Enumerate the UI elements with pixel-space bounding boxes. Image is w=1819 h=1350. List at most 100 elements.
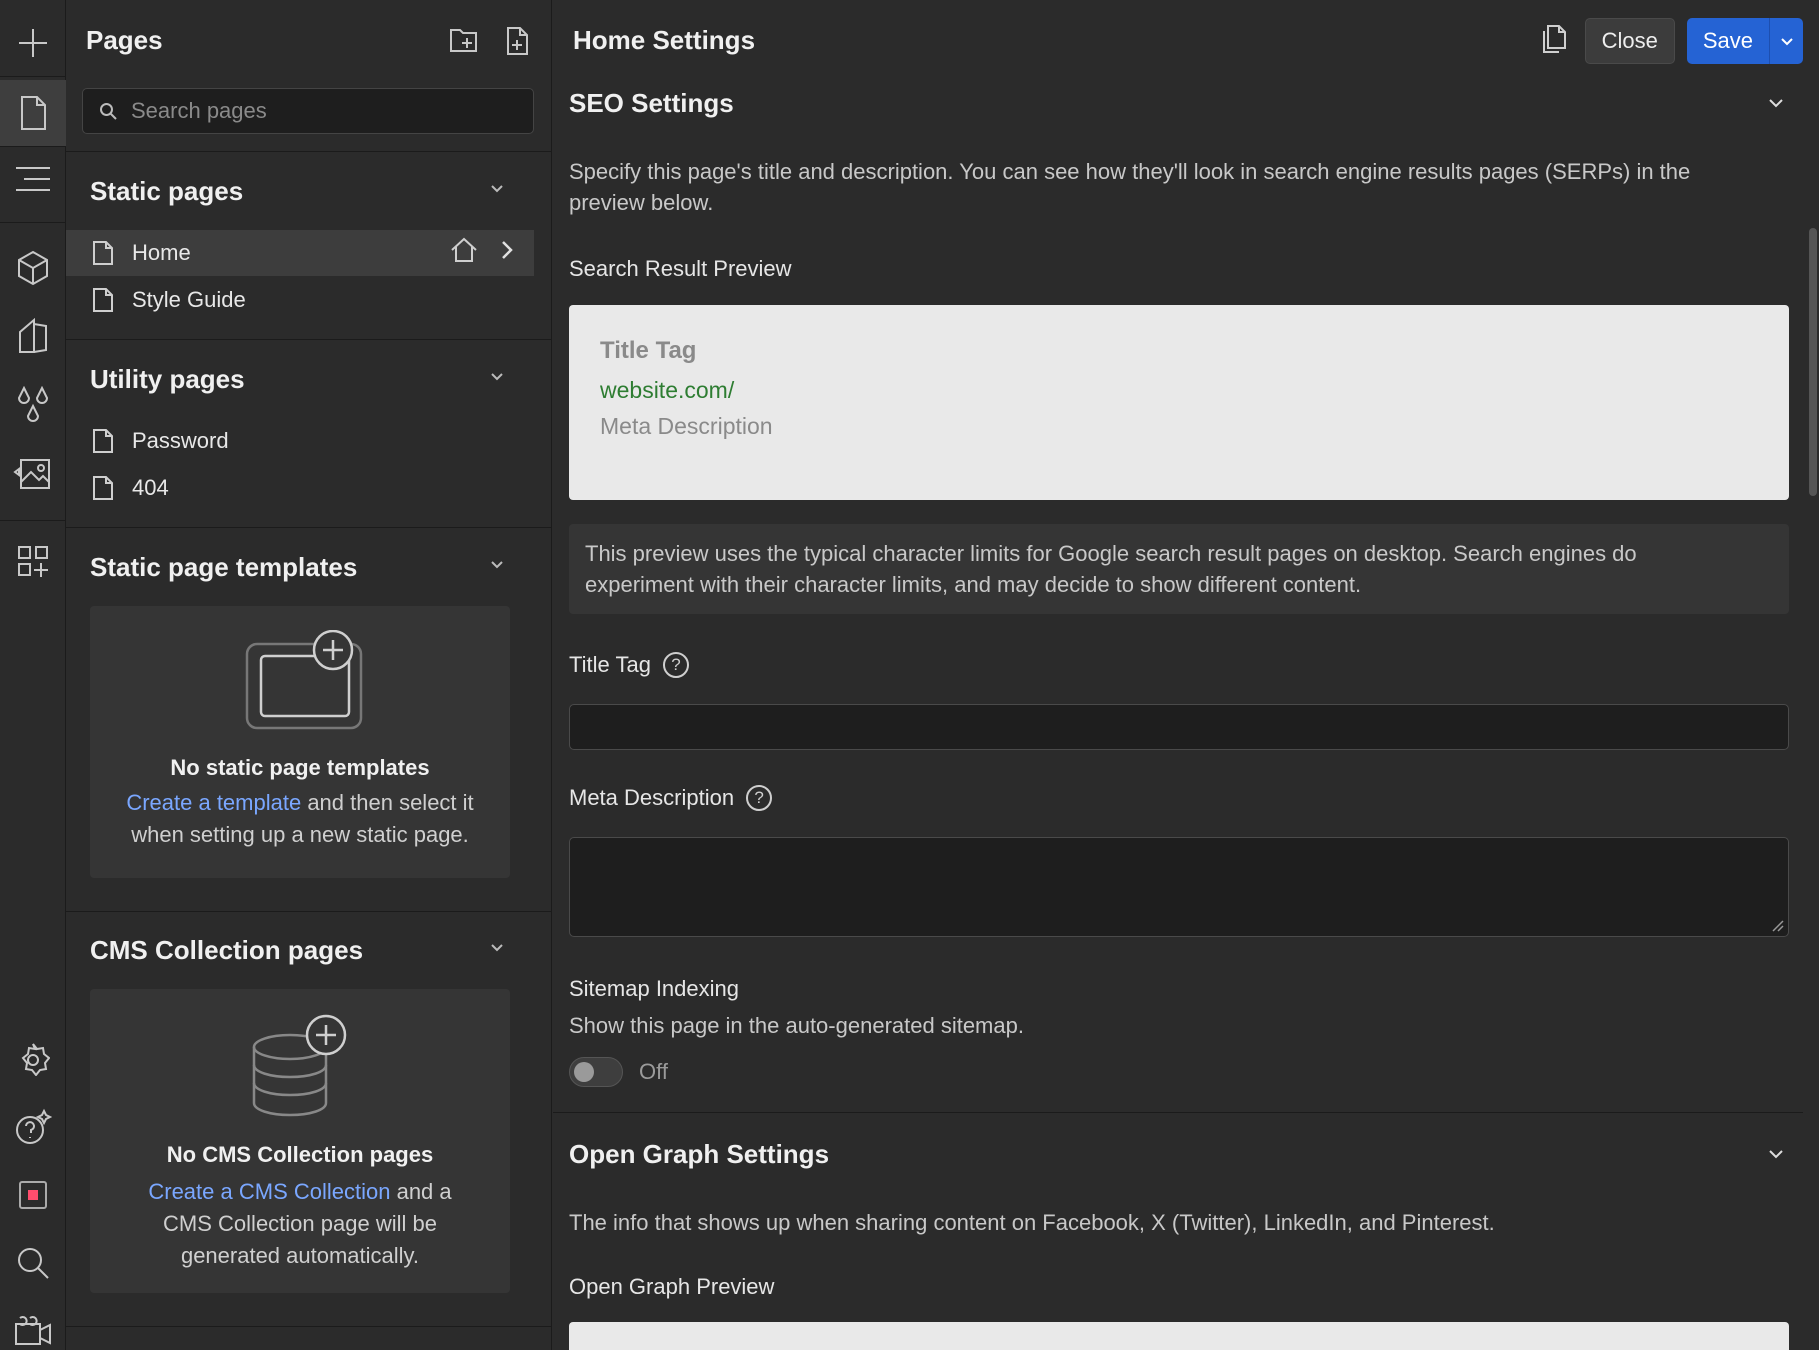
seo-settings-heading[interactable]: SEO Settings <box>569 88 734 119</box>
duplicate-button[interactable] <box>1541 24 1567 59</box>
settings-button[interactable] <box>0 1026 66 1092</box>
page-item-404[interactable]: 404 <box>66 465 534 511</box>
section-divider <box>553 1112 1803 1113</box>
variables-button[interactable] <box>0 372 66 438</box>
sitemap-state: Off <box>639 1059 668 1084</box>
copy-icon <box>1542 24 1566 53</box>
preview-url: website.com/ <box>600 377 735 403</box>
template-add-illustration-icon <box>245 629 363 730</box>
page-icon <box>93 241 113 265</box>
help-sparkle-icon <box>16 1108 52 1144</box>
drops-icon <box>17 386 49 422</box>
record-button[interactable] <box>0 1162 66 1228</box>
style-selectors-button[interactable] <box>0 303 66 369</box>
chevron-down-icon <box>491 373 503 381</box>
seo-description-line: preview below. <box>569 190 714 215</box>
meta-description-textarea[interactable] <box>569 837 1789 937</box>
set-homepage-button[interactable] <box>450 237 478 269</box>
chevron-right-icon <box>502 241 513 259</box>
apps-button[interactable] <box>0 528 66 594</box>
create-cms-collection-link[interactable]: Create a CMS Collection <box>148 1179 390 1204</box>
add-panel-button[interactable] <box>0 10 66 76</box>
preview-disclaimer: This preview uses the typical character … <box>569 524 1789 614</box>
page-settings-panel: Home Settings Close Save SEO Settings Sp… <box>553 0 1819 1350</box>
empty-text: and then select it <box>301 790 474 815</box>
search-result-preview: Title Tag website.com/ Meta Description <box>569 305 1789 500</box>
page-icon <box>93 288 113 312</box>
chevron-down-icon <box>1769 99 1783 108</box>
disclaimer-line: experiment with their character limits, … <box>585 572 1362 597</box>
title-tag-input[interactable] <box>569 704 1789 750</box>
video-tutorials-button[interactable] <box>0 1298 66 1350</box>
cms-pages-heading[interactable]: CMS Collection pages <box>90 935 363 966</box>
create-template-link[interactable]: Create a template <box>126 790 301 815</box>
meta-description-label: Meta Description <box>569 785 735 810</box>
chevron-down-icon <box>1780 38 1793 46</box>
empty-text: generated automatically. <box>180 1243 420 1268</box>
cms-pages-toggle[interactable] <box>489 939 505 960</box>
save-button[interactable]: Save <box>1687 18 1769 64</box>
og-preview-label: Open Graph Preview <box>569 1274 775 1299</box>
components-button[interactable] <box>0 235 66 301</box>
navigator-button[interactable] <box>0 146 66 212</box>
static-pages-heading[interactable]: Static pages <box>90 176 243 207</box>
paint-icon <box>19 318 47 353</box>
page-item-style-guide[interactable]: Style Guide <box>66 277 534 323</box>
search-pages-input[interactable] <box>131 98 511 124</box>
title-tag-help-icon[interactable]: ? <box>662 652 689 678</box>
chevron-down-icon <box>491 561 503 569</box>
og-collapse-toggle[interactable] <box>1767 1145 1785 1168</box>
sitemap-toggle[interactable] <box>569 1057 623 1087</box>
chevron-down-icon <box>491 185 503 193</box>
resize-handle-icon[interactable] <box>1771 919 1785 933</box>
search-icon <box>100 103 117 120</box>
pages-panel: Pages Static pages Home <box>66 0 613 1350</box>
close-button[interactable]: Close <box>1584 18 1675 64</box>
seo-collapse-toggle[interactable] <box>1767 94 1785 117</box>
static-templates-heading[interactable]: Static page templates <box>90 552 357 583</box>
static-templates-toggle[interactable] <box>489 556 505 577</box>
empty-text: and a <box>390 1179 452 1204</box>
cms-empty-state: No CMS Collection pages Create a CMS Col… <box>90 989 510 1293</box>
empty-title: No static page templates <box>170 755 430 780</box>
page-icon <box>21 96 46 130</box>
settings-scrollbar[interactable] <box>1809 228 1817 496</box>
utility-pages-toggle[interactable] <box>489 368 505 389</box>
preview-title: Title Tag <box>600 337 697 364</box>
page-item-label: Style Guide <box>132 287 246 312</box>
empty-text: CMS Collection page will be <box>163 1211 437 1236</box>
sitemap-description: Show this page in the auto-generated sit… <box>569 1013 1024 1038</box>
search-icon <box>18 1248 49 1279</box>
meta-description-help-icon[interactable]: ? <box>746 785 773 811</box>
og-description: The info that shows up when sharing cont… <box>569 1210 1495 1235</box>
pages-panel-button[interactable] <box>0 80 66 146</box>
page-plus-icon <box>507 27 528 55</box>
disclaimer-line: This preview uses the typical character … <box>585 541 1637 566</box>
title-tag-label: Title Tag <box>569 652 651 677</box>
assets-button[interactable] <box>0 440 66 506</box>
empty-title: No CMS Collection pages <box>166 1142 434 1167</box>
chevron-down-icon <box>491 944 503 952</box>
save-button-group: Save <box>1686 18 1803 64</box>
utility-pages-heading[interactable]: Utility pages <box>90 364 245 395</box>
seo-description: Specify this page's title and descriptio… <box>569 156 1690 218</box>
new-page-button[interactable] <box>505 26 531 61</box>
page-item-home[interactable]: Home <box>66 230 534 276</box>
navigator-icon <box>16 167 50 191</box>
help-button[interactable] <box>0 1094 66 1160</box>
static-templates-empty-state: No static page templates Create a templa… <box>90 606 510 878</box>
video-icon <box>15 1316 51 1345</box>
page-search-box[interactable] <box>82 88 534 134</box>
page-item-password[interactable]: Password <box>66 418 534 464</box>
toggle-knob <box>574 1062 594 1082</box>
cube-icon <box>18 250 48 286</box>
folder-plus-icon <box>450 29 477 52</box>
static-pages-toggle[interactable] <box>489 180 505 201</box>
search-site-button[interactable] <box>0 1230 66 1296</box>
image-icon <box>13 459 50 489</box>
open-graph-heading[interactable]: Open Graph Settings <box>569 1139 829 1170</box>
save-options-button[interactable] <box>1769 18 1803 64</box>
new-folder-button[interactable] <box>449 26 479 61</box>
page-settings-button[interactable] <box>500 239 514 267</box>
pages-panel-title: Pages <box>86 25 163 55</box>
